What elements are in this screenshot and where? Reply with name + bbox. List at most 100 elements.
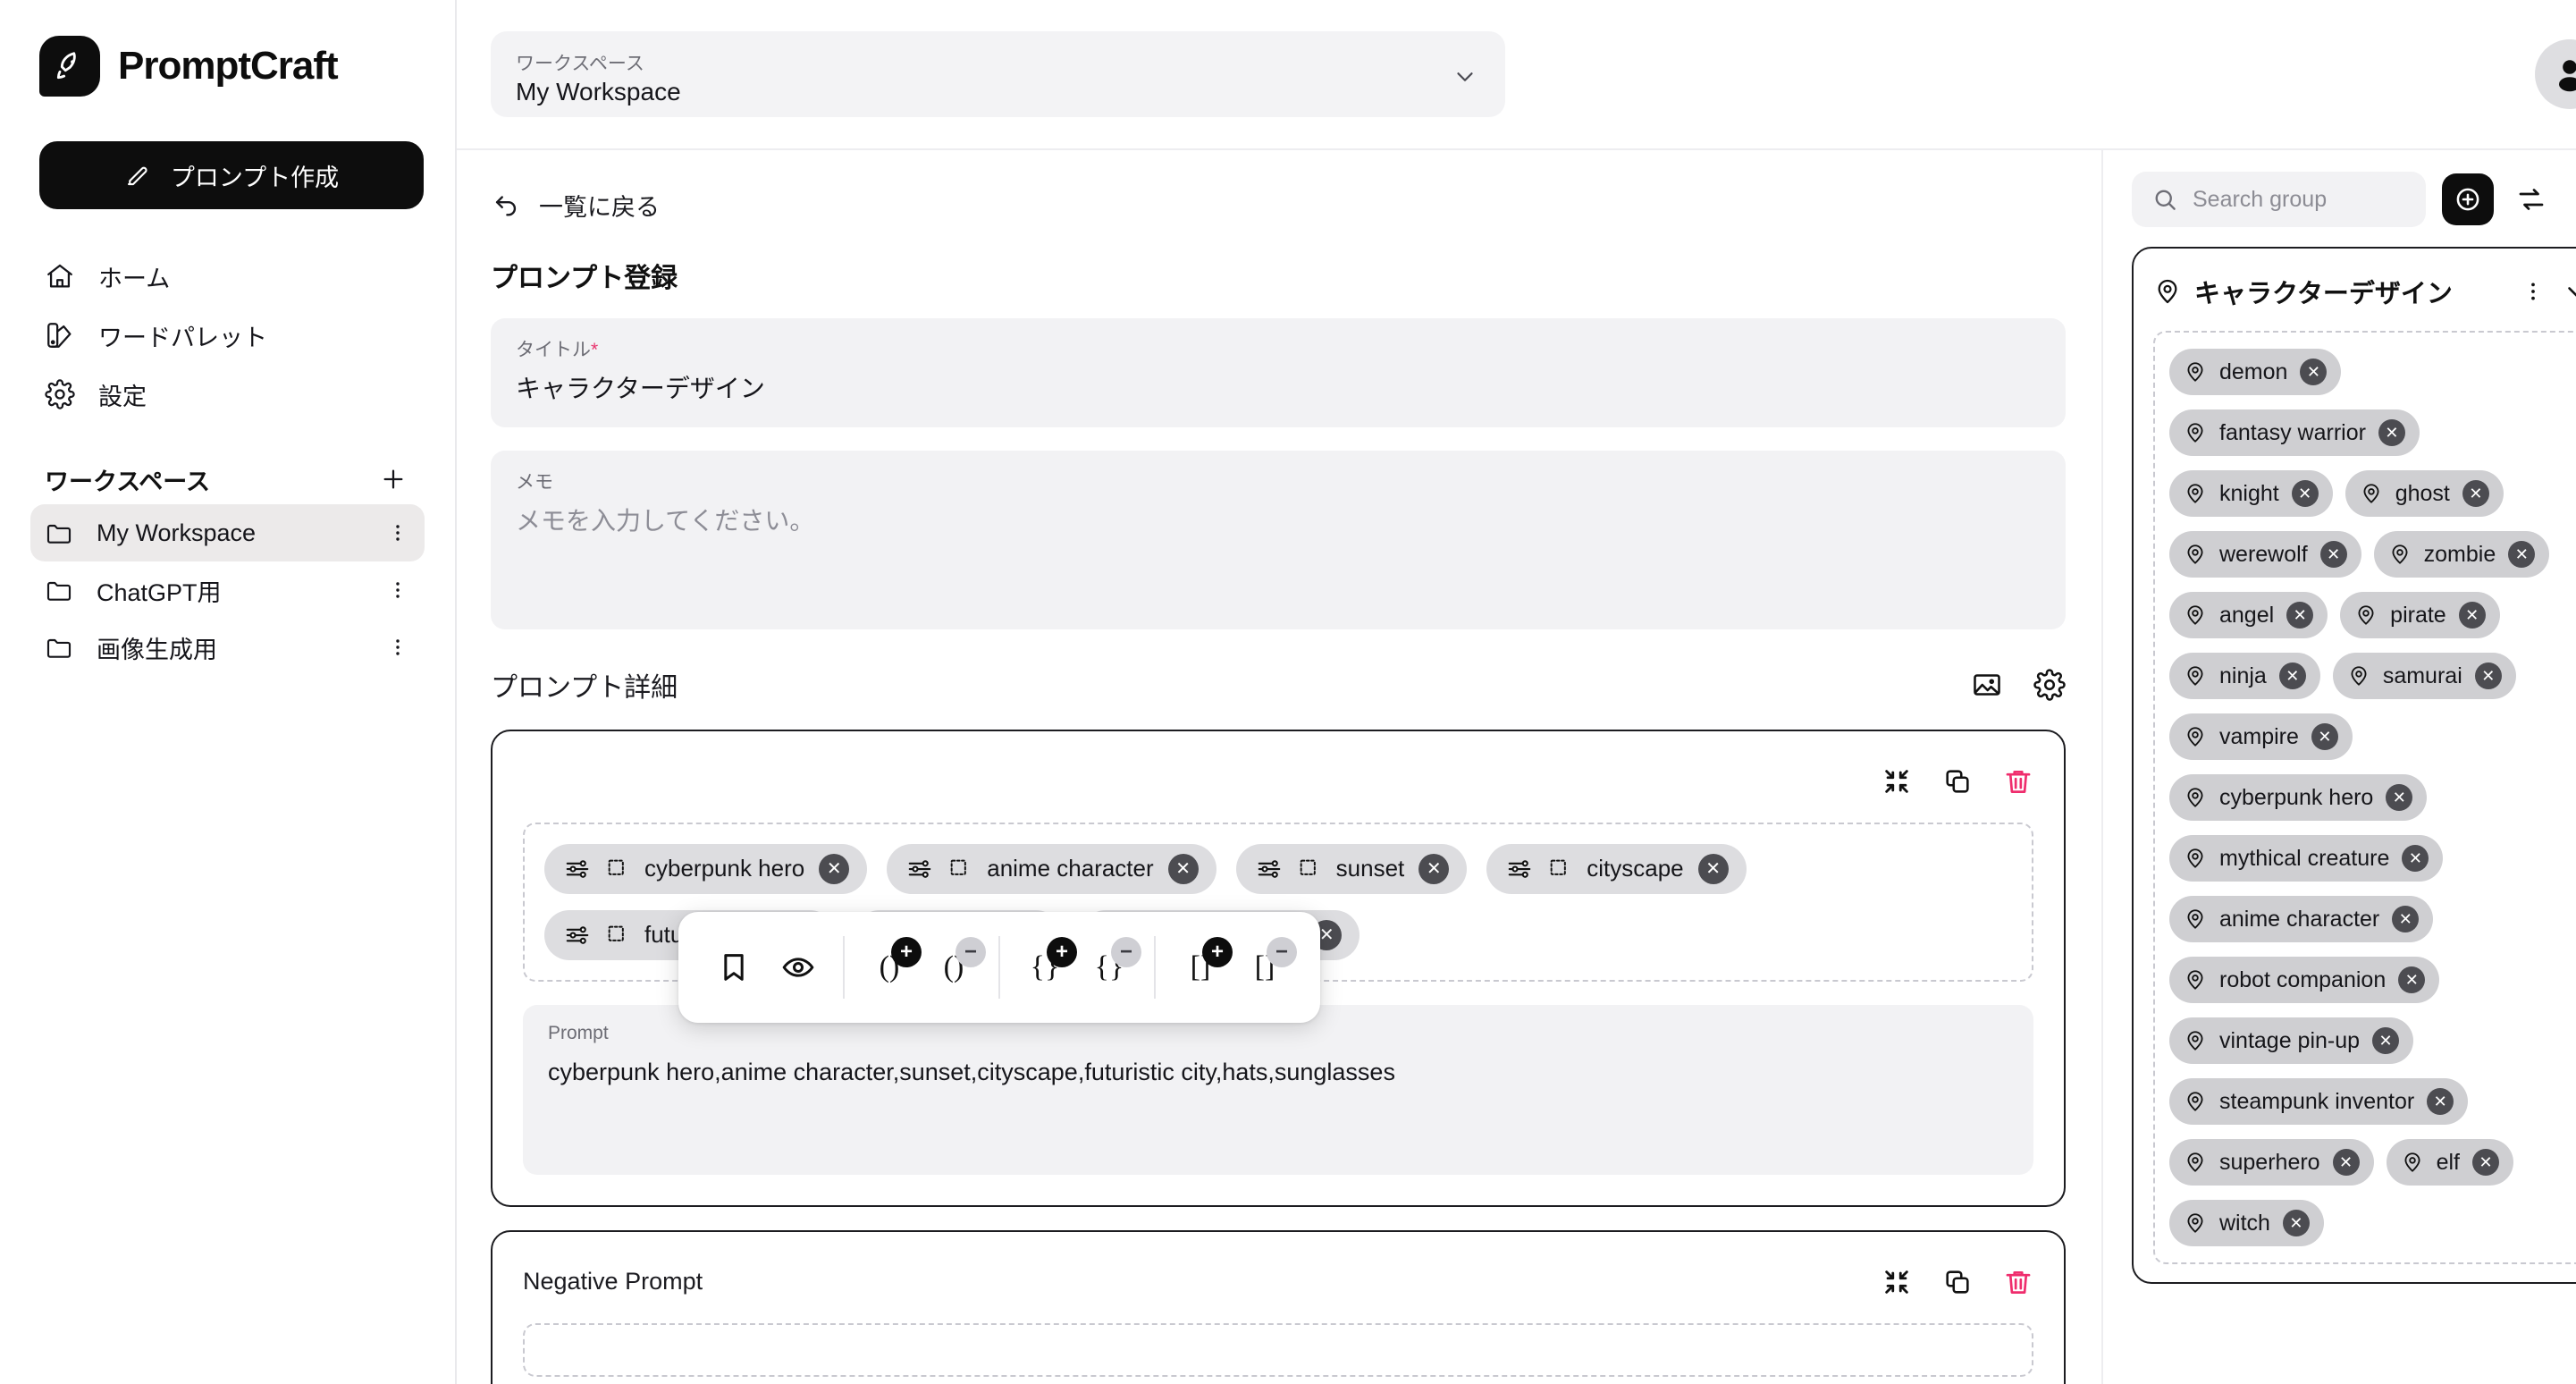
pin-icon bbox=[2401, 1151, 2424, 1174]
remove-tag-icon[interactable]: ✕ bbox=[2458, 602, 2486, 629]
copy-icon[interactable] bbox=[1942, 766, 1973, 797]
pin-icon bbox=[2360, 482, 2383, 505]
remove-tag-icon[interactable]: ✕ bbox=[2300, 359, 2328, 385]
group-tag[interactable]: pirate ✕ bbox=[2340, 592, 2500, 638]
group-tag-label: zombie bbox=[2423, 541, 2496, 567]
remove-brace-button[interactable]: {} − bbox=[1077, 935, 1141, 1000]
avatar[interactable] bbox=[2535, 39, 2576, 109]
group-tag[interactable]: anime character ✕ bbox=[2169, 896, 2434, 942]
group-tag[interactable]: robot companion ✕ bbox=[2169, 957, 2440, 1003]
collapse-icon[interactable] bbox=[1881, 766, 1912, 797]
chevron-down-icon[interactable] bbox=[1452, 63, 1478, 90]
swap-icon[interactable] bbox=[2510, 178, 2553, 221]
workspace-item-image-gen[interactable]: 画像生成用 bbox=[30, 619, 425, 676]
remove-tag-icon[interactable]: ✕ bbox=[2474, 662, 2502, 689]
group-tag[interactable]: fantasy warrior ✕ bbox=[2169, 409, 2420, 456]
image-icon[interactable] bbox=[1971, 669, 2003, 701]
group-tag[interactable]: mythical creature ✕ bbox=[2169, 835, 2444, 882]
remove-tag-icon[interactable]: ✕ bbox=[2372, 1027, 2400, 1054]
kebab-menu-icon[interactable] bbox=[2521, 279, 2546, 304]
remove-paren-button[interactable]: () − bbox=[922, 935, 986, 1000]
remove-tag-icon[interactable]: ✕ bbox=[2332, 1149, 2360, 1176]
group-tag[interactable]: steampunk inventor ✕ bbox=[2169, 1078, 2469, 1125]
prompt-tag[interactable]: anime character ✕ bbox=[887, 843, 1216, 894]
workspace-selector[interactable]: ワークスペース My Workspace bbox=[491, 31, 1505, 117]
prompt-text-field[interactable]: Prompt cyberpunk hero,anime character,su… bbox=[523, 1004, 2033, 1175]
memo-field[interactable]: メモ メモを入力してください。 bbox=[491, 450, 2066, 629]
chevron-down-icon[interactable] bbox=[2562, 276, 2576, 307]
create-prompt-button[interactable]: プロンプト作成 bbox=[39, 141, 424, 209]
workspace-item-chatgpt[interactable]: ChatGPT用 bbox=[30, 561, 425, 619]
group-tag[interactable]: werewolf ✕ bbox=[2169, 531, 2361, 578]
prompt-tag[interactable]: cyberpunk hero ✕ bbox=[544, 843, 868, 894]
sidebar-item-home[interactable]: ホーム bbox=[30, 247, 425, 306]
group-tag[interactable]: elf ✕ bbox=[2386, 1139, 2513, 1186]
pin-icon bbox=[2184, 421, 2207, 444]
sidebar-item-settings[interactable]: 設定 bbox=[30, 365, 425, 424]
group-tag[interactable]: knight ✕ bbox=[2169, 470, 2333, 517]
title-field[interactable]: タイトル* キャラクターデザイン bbox=[491, 318, 2066, 427]
add-bracket-button[interactable]: [] + bbox=[1168, 935, 1233, 1000]
eye-icon[interactable] bbox=[766, 935, 830, 1000]
search-group-input[interactable]: Search group bbox=[2132, 172, 2426, 227]
prompt-tag[interactable]: sunset ✕ bbox=[1235, 843, 1468, 894]
remove-tag-icon[interactable]: ✕ bbox=[819, 853, 850, 884]
kebab-menu-icon[interactable] bbox=[385, 578, 410, 602]
add-brace-button[interactable]: {} + bbox=[1013, 935, 1077, 1000]
group-tag[interactable]: ninja ✕ bbox=[2169, 653, 2320, 699]
back-to-list-button[interactable]: 一覧に戻る bbox=[491, 179, 2066, 231]
remove-tag-icon[interactable]: ✕ bbox=[2311, 723, 2338, 750]
add-paren-button[interactable]: () + bbox=[857, 935, 922, 1000]
group-tag[interactable]: cyberpunk hero ✕ bbox=[2169, 774, 2428, 821]
group-tag[interactable]: superhero ✕ bbox=[2169, 1139, 2374, 1186]
remove-tag-icon[interactable]: ✕ bbox=[1418, 853, 1450, 884]
group-tag[interactable]: vampire ✕ bbox=[2169, 713, 2353, 760]
remove-tag-icon[interactable]: ✕ bbox=[1697, 853, 1729, 884]
tag-group-actions bbox=[2521, 276, 2576, 307]
group-tag[interactable]: angel ✕ bbox=[2169, 592, 2328, 638]
remove-tag-icon[interactable]: ✕ bbox=[2291, 480, 2319, 507]
sidebar-item-label: ホーム bbox=[98, 265, 171, 292]
remove-tag-icon[interactable]: ✕ bbox=[2398, 966, 2426, 993]
remove-tag-icon[interactable]: ✕ bbox=[2378, 419, 2405, 446]
remove-tag-icon[interactable]: ✕ bbox=[2427, 1088, 2454, 1115]
sidebar-item-word-palette[interactable]: ワードパレット bbox=[30, 306, 425, 365]
group-tag[interactable]: samurai ✕ bbox=[2332, 653, 2516, 699]
workspace-item-my-workspace[interactable]: My Workspace bbox=[30, 504, 425, 561]
bookmark-icon[interactable] bbox=[702, 935, 766, 1000]
trash-icon[interactable] bbox=[2003, 766, 2033, 797]
group-tag[interactable]: zombie ✕ bbox=[2373, 531, 2550, 578]
negative-prompt-tag-zone[interactable] bbox=[523, 1322, 2033, 1377]
trash-icon[interactable] bbox=[2003, 1267, 2033, 1297]
remove-tag-icon[interactable]: ✕ bbox=[1167, 853, 1199, 884]
remove-tag-icon[interactable]: ✕ bbox=[2392, 906, 2420, 933]
remove-tag-icon[interactable]: ✕ bbox=[2508, 541, 2536, 568]
prompt-tag[interactable]: cityscape ✕ bbox=[1486, 843, 1747, 894]
remove-tag-icon[interactable]: ✕ bbox=[2462, 480, 2489, 507]
kebab-menu-icon[interactable] bbox=[385, 636, 410, 659]
gear-icon bbox=[45, 379, 75, 409]
copy-icon[interactable] bbox=[1942, 1267, 1973, 1297]
select-cursor-icon bbox=[1547, 857, 1572, 882]
remove-tag-icon[interactable]: ✕ bbox=[2278, 662, 2306, 689]
remove-tag-icon[interactable]: ✕ bbox=[2402, 845, 2429, 872]
group-tag[interactable]: ghost ✕ bbox=[2344, 470, 2504, 517]
group-tag[interactable]: vintage pin-up ✕ bbox=[2169, 1017, 2414, 1064]
remove-bracket-button[interactable]: [] − bbox=[1233, 935, 1297, 1000]
group-tag[interactable]: demon ✕ bbox=[2169, 349, 2342, 395]
chevron-down-icon[interactable] bbox=[2569, 178, 2576, 221]
kebab-menu-icon[interactable] bbox=[385, 521, 410, 544]
remove-tag-icon[interactable]: ✕ bbox=[2282, 1210, 2310, 1236]
group-tag[interactable]: witch ✕ bbox=[2169, 1200, 2324, 1246]
remove-tag-icon[interactable]: ✕ bbox=[2386, 784, 2413, 811]
gear-icon[interactable] bbox=[2033, 668, 2066, 701]
sidebar-nav: ホーム ワードパレット 設定 bbox=[30, 247, 425, 424]
remove-tag-icon[interactable]: ✕ bbox=[2319, 541, 2347, 568]
collapse-icon[interactable] bbox=[1881, 1267, 1912, 1297]
add-group-button[interactable] bbox=[2442, 173, 2494, 225]
remove-tag-icon[interactable]: ✕ bbox=[2471, 1149, 2499, 1176]
tag-group-body[interactable]: demon ✕ fantasy warrior ✕ knight ✕ ghost ✕ werew… bbox=[2153, 331, 2576, 1264]
minus-badge-icon: − bbox=[1111, 937, 1141, 967]
add-workspace-button[interactable] bbox=[376, 462, 410, 496]
remove-tag-icon[interactable]: ✕ bbox=[2286, 602, 2314, 629]
